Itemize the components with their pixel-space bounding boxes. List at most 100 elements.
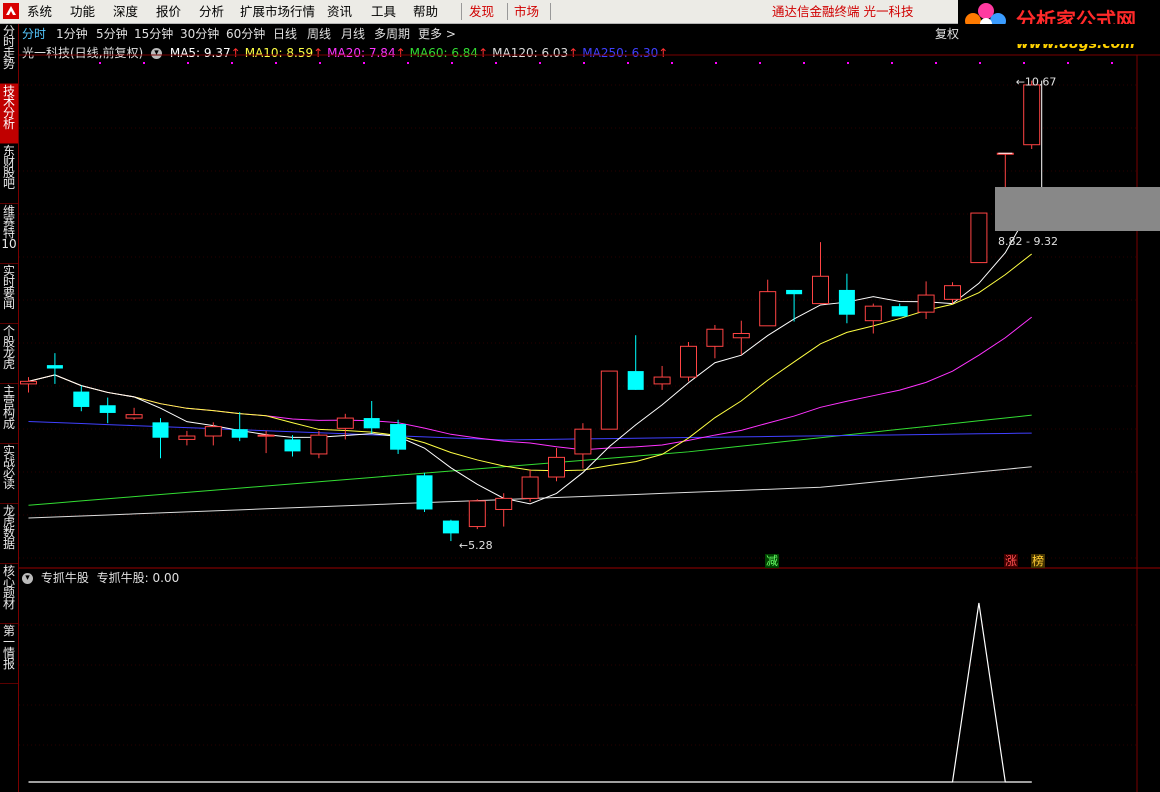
menu-analysis[interactable]: 分析 [199,0,224,23]
candle-body-down [363,418,380,429]
ma20-line [28,316,1033,451]
period-tab-30min[interactable]: 30分钟 [180,24,219,44]
period-tab-timeshare[interactable]: 分时 [22,24,46,44]
signal-dot [1067,62,1069,64]
menu-help[interactable]: 帮助 [413,0,438,23]
menu-function[interactable]: 功能 [70,0,95,23]
period-tab-multi[interactable]: 多周期 [374,24,410,44]
fuquan-button[interactable]: 复权 [935,24,959,44]
signal-dot [539,62,541,64]
ma5-line [28,206,1033,505]
period-tab-60min[interactable]: 60分钟 [226,24,265,44]
period-tab-15min[interactable]: 15分钟 [134,24,173,44]
sidebar-tab-news[interactable]: 实时要闻 [0,264,18,324]
period-tab-weekly[interactable]: 周线 [307,24,331,44]
marker-list: 榜 [1032,553,1044,568]
signal-dot [143,62,145,64]
candle-body-up [310,434,328,455]
menu-system[interactable]: 系统 [27,0,52,23]
candle-body-up [944,285,961,300]
candle-body-up [468,500,486,528]
candle-body-up [706,328,724,347]
signal-dot [363,62,365,64]
candle-body-down [231,429,248,438]
candle-body-up [125,414,143,419]
candle-body-down [786,289,803,295]
menu-separator [461,3,462,20]
menu-news[interactable]: 资讯 [327,0,352,23]
sidebar-tab-timeshare[interactable]: 分时走势 [0,24,18,84]
signal-dot [99,62,101,64]
sidebar-tab-first-intel[interactable]: 第一情报 [0,624,18,684]
period-tab-1min[interactable]: 1分钟 [56,24,88,44]
signal-dot [803,62,805,64]
indicator-line [28,602,1032,783]
candle-body-down [152,422,169,438]
signal-dot [627,62,629,64]
app-logo-icon[interactable] [3,3,19,19]
sidebar-tab-dragon-tiger[interactable]: 个股龙虎 [0,324,18,384]
candle-body-down [73,391,90,407]
candle-body-up [495,497,513,510]
menu-separator [550,3,551,20]
high-price-label: ←10.67 [1016,76,1057,89]
candle-body-up [732,333,750,339]
sidebar: 分时走势 技术分析 东财股吧 维赛特10 实时要闻 个股龙虎 主营构成 实战必读… [0,24,19,792]
signal-dot [715,62,717,64]
signal-dot [891,62,893,64]
signal-dot [451,62,453,64]
menu-tools[interactable]: 工具 [371,0,396,23]
signal-dot [847,62,849,64]
candle-body-down [442,520,459,534]
sidebar-tab-dragon-data[interactable]: 龙虎数据 [0,504,18,564]
candle-body-up [1023,84,1041,146]
candle-body-up [680,345,697,378]
candle-body-down [627,371,644,390]
candle-body-down [46,365,63,369]
sidebar-tab-business[interactable]: 主营构成 [0,384,18,444]
candle-body-down [390,424,407,450]
sidebar-tab-technical[interactable]: 技术分析 [0,84,18,144]
marker-reduce: 减 [766,554,778,568]
menu-quote[interactable]: 报价 [156,0,181,23]
kline-chart[interactable]: ←10.67 ←5.28 8.82 - 9.32 减 涨榜 [19,45,1160,792]
signal-dot [231,62,233,64]
period-tab-5min[interactable]: 5分钟 [96,24,128,44]
candle-body-up [574,428,592,455]
window-title: 通达信金融终端 光一科技 [772,4,914,19]
candle-body-down [416,475,433,510]
candle-body-down [891,306,908,317]
signal-dot [495,62,497,64]
signal-dot [671,62,673,64]
candle-body-up [812,275,829,305]
candle-body-up [864,305,882,322]
signal-dot [1023,62,1025,64]
period-tab-daily[interactable]: 日线 [273,24,297,44]
menu-depth[interactable]: 深度 [113,0,138,23]
menu-market[interactable]: 市场 [514,0,539,23]
period-tab-monthly[interactable]: 月线 [341,24,365,44]
sidebar-tab-guba[interactable]: 东财股吧 [0,144,18,204]
signal-dot [583,62,585,64]
candle-body-up [521,476,539,499]
sidebar-tab-must-read[interactable]: 实战必读 [0,444,18,504]
signal-dot [319,62,321,64]
candle-body-up [204,426,222,437]
candle-body-up [600,370,618,430]
candle-body-down [284,439,301,452]
signal-dot [1111,62,1113,64]
marker-rise: 涨 [1005,553,1017,568]
candle-body-up [178,435,196,440]
candle-body-up [759,291,777,327]
candle-body-down [838,289,855,315]
candle-body-up [336,417,354,429]
candle-body-down [99,405,116,413]
period-tab-more[interactable]: 更多 > [418,24,456,44]
candle-body-up [257,434,275,437]
signal-dot [759,62,761,64]
price-range-box [995,187,1160,231]
sidebar-tab-core-theme[interactable]: 核心题材 [0,564,18,624]
menu-extended-market[interactable]: 扩展市场行情 [240,0,315,23]
menu-discover[interactable]: 发现 [469,0,494,23]
sidebar-tab-weisaite[interactable]: 维赛特10 [0,204,18,264]
